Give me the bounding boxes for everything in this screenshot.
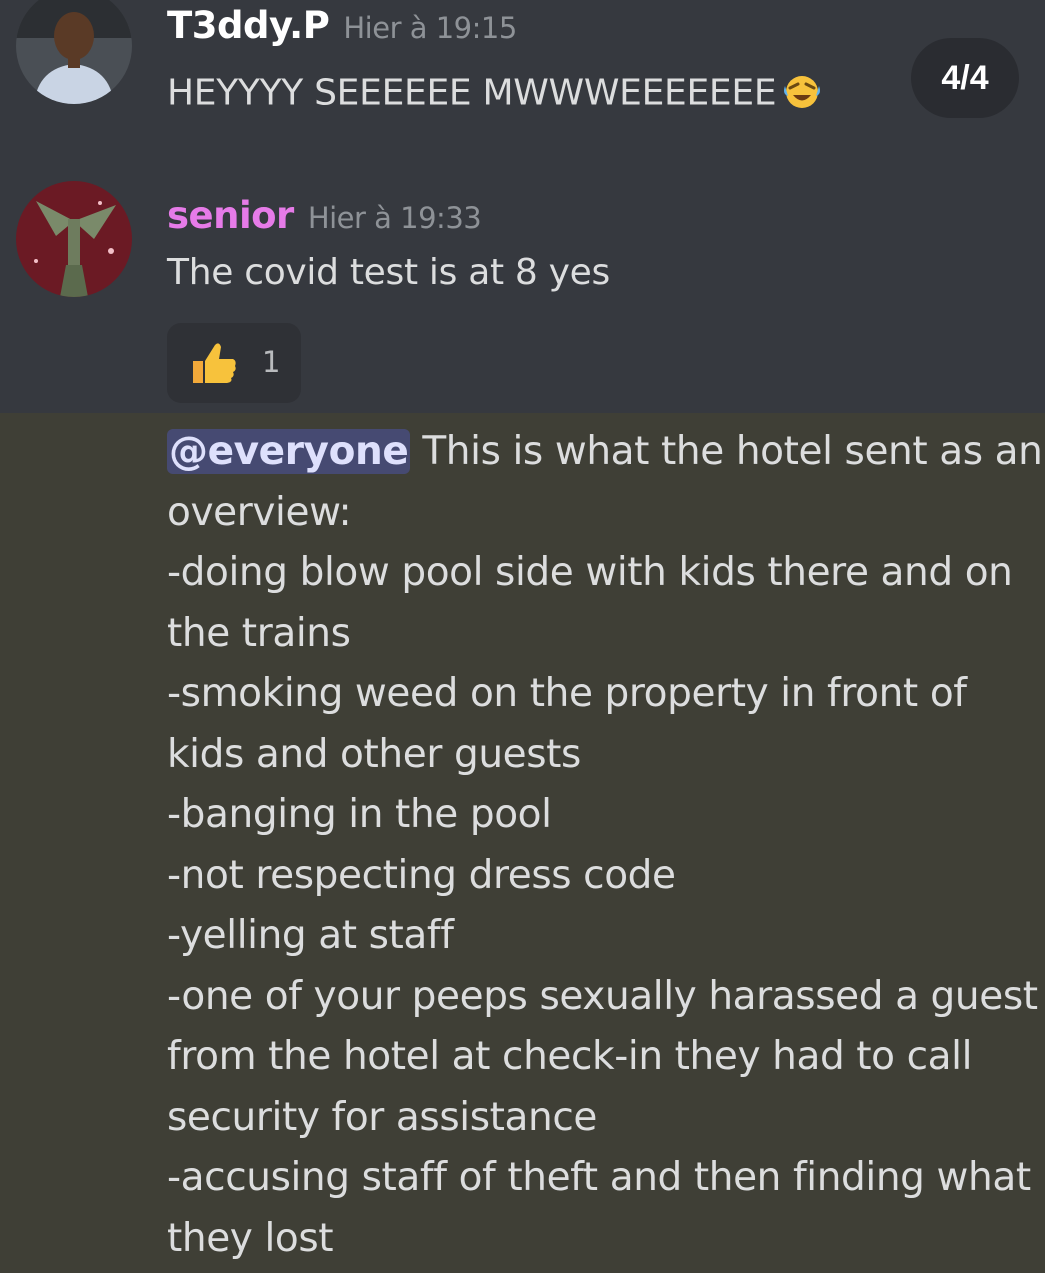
message-text: The covid test is at 8 yes: [167, 252, 610, 293]
mention-message-body: @everyone This is what the hotel sent as…: [167, 422, 1043, 1269]
message-line: overview:: [167, 489, 352, 535]
username[interactable]: T3ddy.P: [167, 4, 330, 47]
message-line: they lost: [167, 1215, 334, 1261]
reaction-count: 1: [262, 345, 281, 379]
reaction-thumbs-up[interactable]: 1: [167, 323, 301, 403]
message-line: kids and other guests: [167, 731, 581, 777]
chat-screen: T3ddy.P Hier à 19:15 HEYYYY SEEEEEE MWWWE…: [0, 0, 1045, 1273]
message-line: security for assistance: [167, 1094, 597, 1140]
thumbs-up-icon: [189, 339, 239, 391]
message-line: -yelling at staff: [167, 913, 454, 958]
message-text: HEYYYY SEEEEEE MWWWEEEEEEE: [167, 72, 777, 114]
message-line: -one of your peeps sexually harassed a g…: [167, 973, 1038, 1019]
message-line: -smoking weed on the property in front o…: [167, 671, 967, 716]
message-line: -not respecting dress code: [167, 852, 676, 898]
message-body: HEYYYY SEEEEEE MWWWEEEEEEE: [167, 70, 822, 119]
message-line: from the hotel at check-in they had to c…: [167, 1034, 973, 1079]
user-avatar-image: [16, 181, 132, 297]
everyone-mention[interactable]: @everyone: [167, 429, 411, 474]
message-line: @everyone This is what the hotel sent as…: [167, 429, 1043, 474]
user-avatar-image: [16, 0, 132, 104]
message-line: -banging in the pool: [167, 792, 552, 837]
avatar[interactable]: [16, 181, 132, 297]
timestamp: Hier à 19:33: [307, 201, 482, 235]
message-line: -doing blow pool side with kids there an…: [167, 550, 1013, 595]
message-header: senior Hier à 19:33: [167, 194, 482, 237]
message-body: The covid test is at 8 yes: [167, 252, 610, 293]
message-line: -accusing staff of theft and then findin…: [167, 1155, 1031, 1200]
page-indicator-badge: 4/4: [911, 38, 1019, 118]
message-header: T3ddy.P Hier à 19:15: [167, 4, 517, 47]
avatar[interactable]: [16, 0, 132, 104]
username[interactable]: senior: [167, 194, 294, 237]
message-line: the trains: [167, 610, 351, 656]
laughing-crying-emoji-icon: [782, 70, 822, 119]
timestamp: Hier à 19:15: [343, 11, 517, 45]
